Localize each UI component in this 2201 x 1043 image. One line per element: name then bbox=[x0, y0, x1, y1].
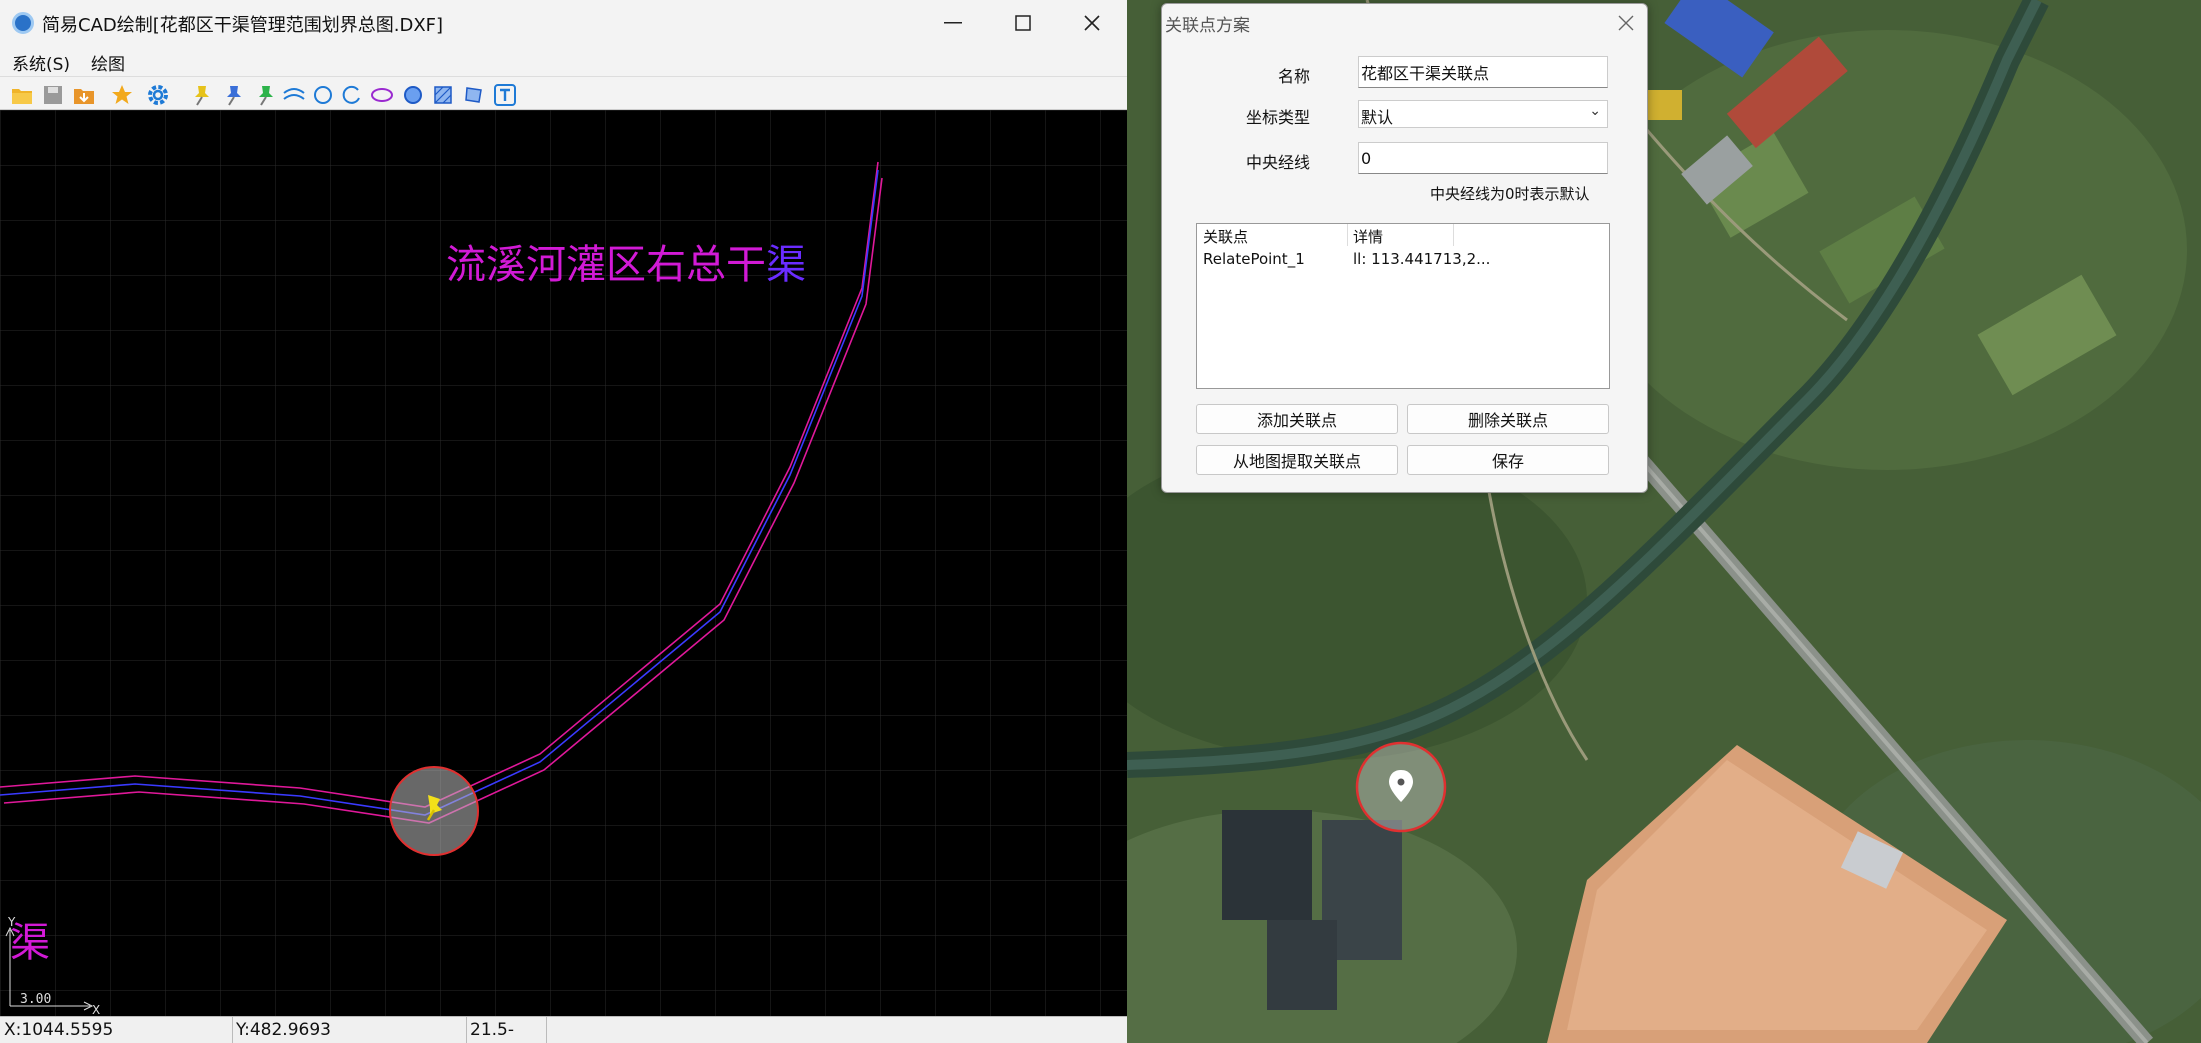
hatch-icon[interactable] bbox=[431, 83, 455, 107]
name-input[interactable] bbox=[1358, 56, 1608, 88]
delete-relate-point-button[interactable]: 删除关联点 bbox=[1407, 404, 1609, 434]
canal-title-main: 流溪河灌区右总干 bbox=[446, 242, 766, 288]
open-folder-icon[interactable] bbox=[10, 83, 34, 107]
menubar: 系统(S) 绘图 bbox=[0, 46, 1127, 76]
axis-scale-label: 3.00 bbox=[20, 992, 52, 1007]
coord-type-label: 坐标类型 bbox=[1245, 108, 1310, 127]
menu-draw[interactable]: 绘图 bbox=[91, 50, 125, 75]
toolbar bbox=[0, 76, 1127, 110]
status-x-coordinate: X:1044.5595 bbox=[4, 1020, 114, 1040]
cad-titlebar[interactable]: 简易CAD绘制[花都区干渠管理范围划界总图.DXF] bbox=[0, 0, 1127, 46]
pin-yellow-icon[interactable] bbox=[190, 83, 214, 107]
statusbar: X:1044.5595 Y:482.9693 21.5- bbox=[0, 1016, 1127, 1043]
status-extra: 21.5- bbox=[470, 1020, 514, 1040]
cad-window: 简易CAD绘制[花都区干渠管理范围划界总图.DXF] 系统(S) 绘图 Y X … bbox=[0, 0, 1127, 1043]
text-icon[interactable] bbox=[493, 83, 517, 107]
filled-circle-icon[interactable] bbox=[401, 83, 425, 107]
canal-title-label: 流溪河灌区右总干渠 bbox=[446, 232, 806, 290]
export-icon[interactable] bbox=[72, 83, 96, 107]
menu-system[interactable]: 系统(S) bbox=[12, 50, 70, 75]
canal-corner-label: 渠 bbox=[10, 920, 50, 966]
list-header-point[interactable]: 关联点 bbox=[1203, 226, 1248, 247]
name-label: 名称 bbox=[1277, 67, 1310, 86]
add-relate-point-button[interactable]: 添加关联点 bbox=[1196, 404, 1398, 434]
save-icon[interactable] bbox=[41, 83, 65, 107]
dialog-close-button[interactable] bbox=[1609, 6, 1643, 40]
meridian-label: 中央经线 bbox=[1245, 153, 1310, 172]
settings-gear-icon[interactable] bbox=[146, 83, 170, 107]
canal-title-last-char: 渠 bbox=[766, 242, 806, 288]
coord-type-value: 默认 bbox=[1361, 108, 1394, 127]
status-y-coordinate: Y:482.9693 bbox=[236, 1020, 331, 1040]
maximize-icon bbox=[1015, 15, 1031, 31]
ellipse-icon[interactable] bbox=[370, 83, 394, 107]
pin-blue-icon[interactable] bbox=[222, 83, 246, 107]
pick-from-map-button[interactable]: 从地图提取关联点 bbox=[1196, 445, 1398, 475]
screen: 简易CAD绘制[花都区干渠管理范围划界总图.DXF] 系统(S) 绘图 Y X … bbox=[0, 0, 2201, 1043]
meridian-hint: 中央经线为0时表示默认 bbox=[1430, 185, 1590, 203]
relate-point-list[interactable]: 关联点 详情 RelatePoint_1 ll: 113.441713,2... bbox=[1196, 223, 1610, 389]
chevron-down-icon: ⌄ bbox=[1589, 103, 1601, 119]
cad-drawing-canvas[interactable]: Y X 流溪河灌区右总干渠 渠 3.00 bbox=[0, 110, 1127, 1016]
minimize-button[interactable] bbox=[918, 0, 988, 46]
app-logo-icon bbox=[12, 12, 34, 34]
close-icon bbox=[1618, 15, 1634, 31]
pin-green-icon[interactable] bbox=[254, 83, 278, 107]
list-cell-detail: ll: 113.441713,2... bbox=[1353, 250, 1491, 268]
dialog-title: 关联点方案 bbox=[1165, 16, 1250, 36]
arc-icon[interactable] bbox=[340, 83, 364, 107]
meridian-input[interactable] bbox=[1358, 142, 1608, 174]
relate-point-dialog: 关联点方案 名称 坐标类型 默认 ⌄ 中央经线 中央经线为0时表示默认 关联点 … bbox=[1161, 3, 1648, 493]
minimize-icon bbox=[944, 22, 962, 24]
circle-icon[interactable] bbox=[311, 83, 335, 107]
arc-line-icon[interactable] bbox=[282, 83, 306, 107]
favorite-star-icon[interactable] bbox=[110, 83, 134, 107]
list-item[interactable]: RelatePoint_1 ll: 113.441713,2... bbox=[1197, 250, 1609, 272]
polygon-icon[interactable] bbox=[462, 83, 486, 107]
save-button[interactable]: 保存 bbox=[1407, 445, 1609, 475]
coord-type-select[interactable]: 默认 ⌄ bbox=[1358, 100, 1608, 128]
close-button[interactable] bbox=[1057, 0, 1127, 46]
list-cell-point: RelatePoint_1 bbox=[1203, 250, 1305, 268]
cad-window-title: 简易CAD绘制[花都区干渠管理范围划界总图.DXF] bbox=[42, 15, 444, 36]
axis-x-label: X bbox=[92, 1003, 100, 1016]
close-icon bbox=[1084, 15, 1100, 31]
list-header-detail[interactable]: 详情 bbox=[1353, 226, 1383, 247]
maximize-button[interactable] bbox=[988, 0, 1058, 46]
